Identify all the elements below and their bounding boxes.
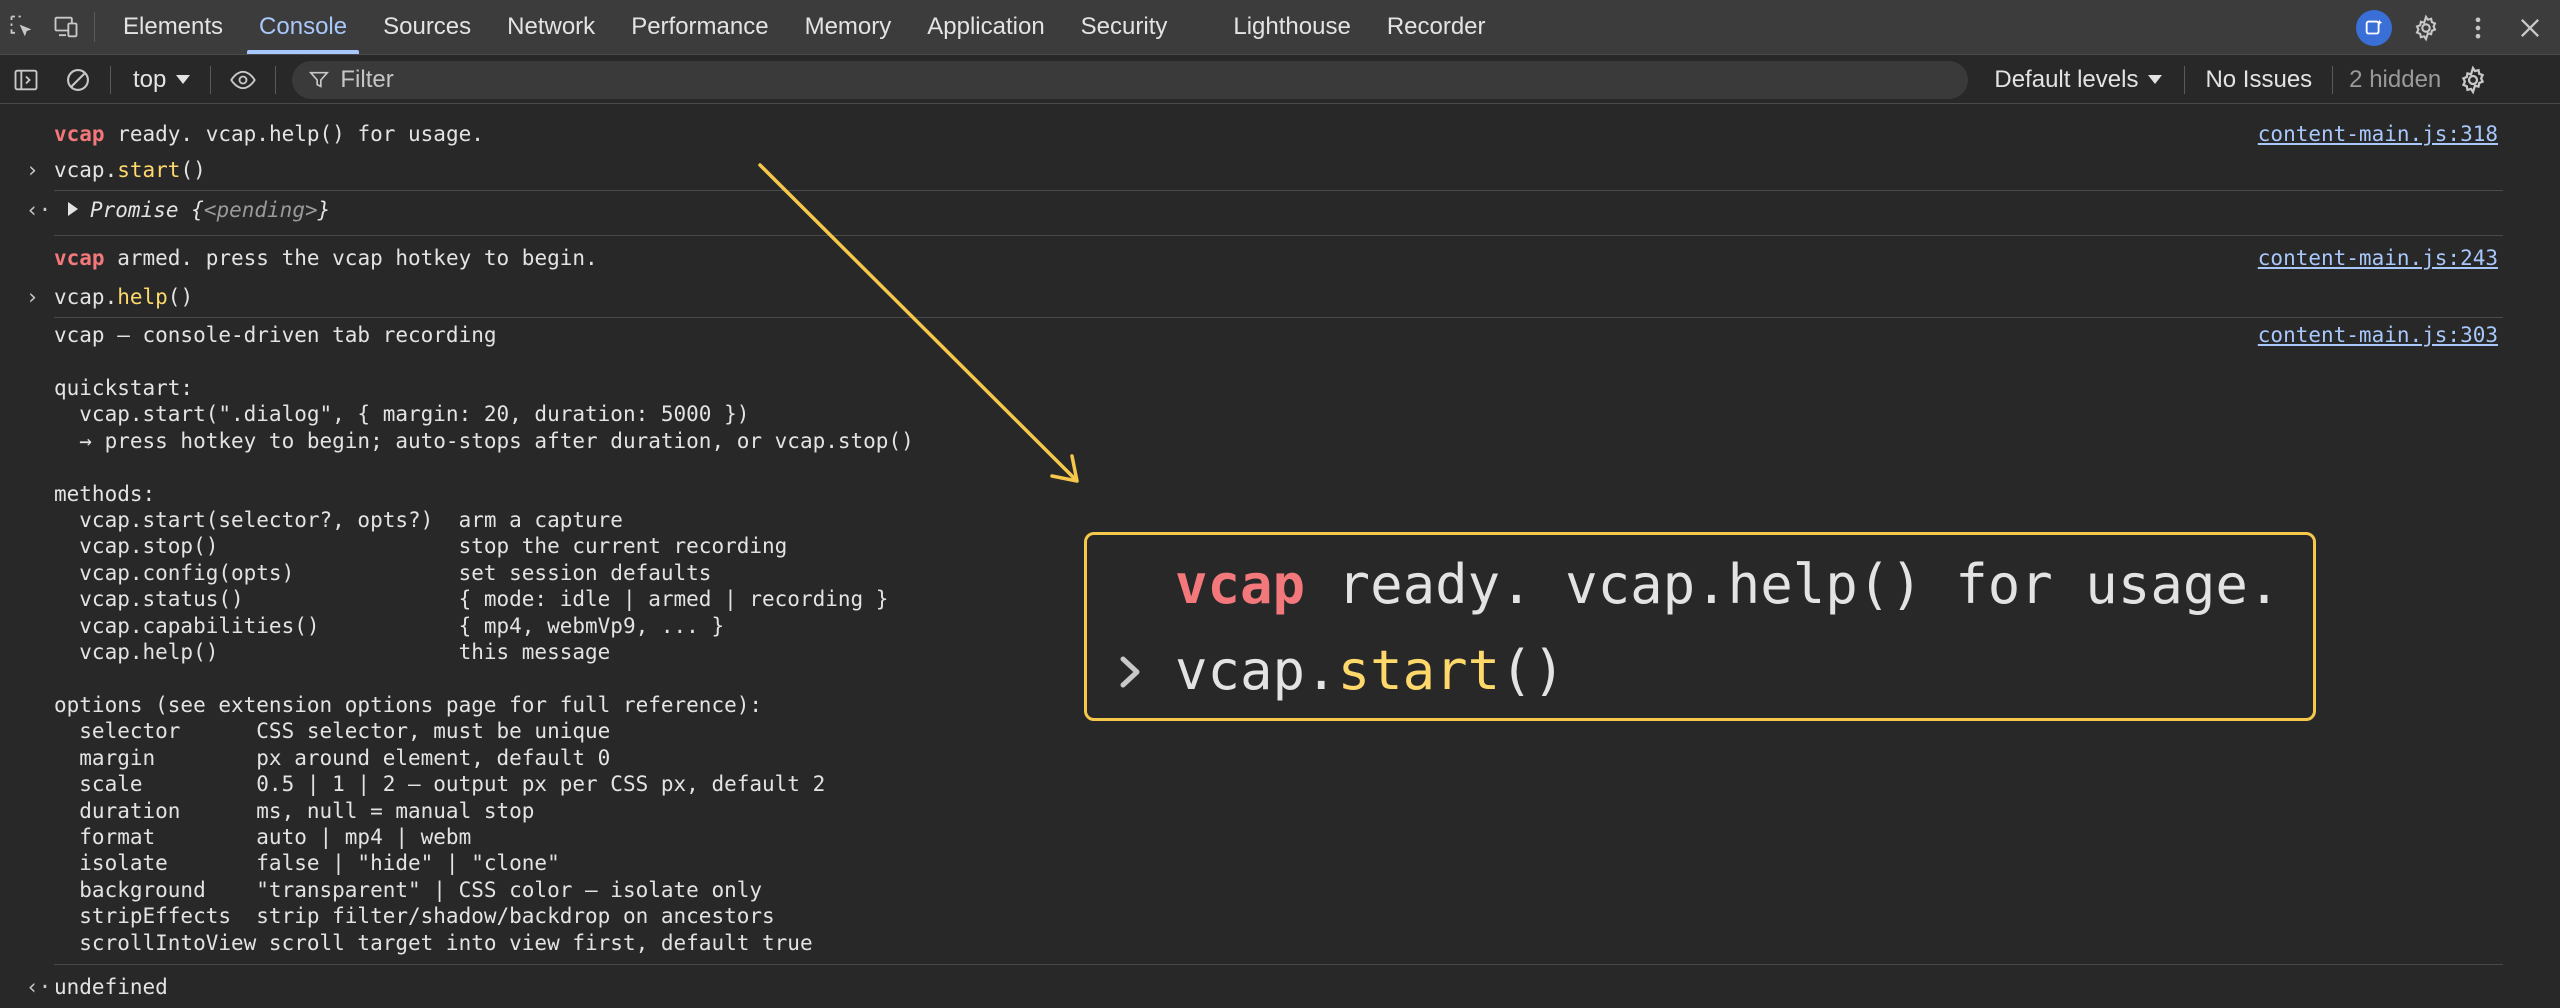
zoom-callout: vcap ready. vcap.help() for usage. vcap.… (1084, 532, 2316, 721)
filter-box[interactable] (292, 60, 1969, 99)
chevron-down-icon (176, 75, 191, 84)
tab-separator (94, 12, 95, 42)
console-input-echo: › vcap.start() (26, 158, 206, 182)
console-message: vcap — console-driven tab recording cont… (0, 323, 2503, 349)
more-options-icon[interactable] (2460, 10, 2496, 46)
source-link[interactable]: content-main.js:243 (2258, 246, 2498, 270)
console-toolbar: top Default levels No Issues 2 hidden (0, 56, 2560, 104)
tab-lighthouse[interactable]: Lighthouse (1215, 0, 1368, 54)
input-chevron-icon: › (26, 158, 39, 182)
log-levels-label: Default levels (1994, 65, 2139, 93)
tab-recorder[interactable]: Recorder (1369, 0, 1504, 54)
tab-memory[interactable]: Memory (787, 0, 910, 54)
filter-input[interactable] (340, 65, 1841, 94)
tab-security[interactable]: Security (1063, 0, 1186, 54)
filter-funnel-icon (309, 71, 330, 88)
context-selector-label: top (133, 65, 167, 93)
console-input-echo: › vcap.help() (26, 285, 194, 309)
inspect-element-icon[interactable] (0, 0, 44, 54)
input-chevron-icon: › (26, 285, 39, 309)
tab-application[interactable]: Application (909, 0, 1062, 54)
log-text: ready. vcap.help() for usage. (104, 122, 484, 146)
issues-button[interactable]: No Issues (2191, 66, 2326, 94)
prompt-chevron-icon (1120, 656, 1140, 688)
tab-console[interactable]: Console (241, 0, 365, 54)
result-value: undefined (54, 975, 168, 999)
tab-elements[interactable]: Elements (105, 0, 241, 54)
log-text: vcap — console-driven tab recording (54, 323, 497, 347)
console-message: vcap armed. press the vcap hotkey to beg… (0, 246, 2503, 272)
vcap-prefix: vcap (54, 122, 105, 146)
hidden-messages-count: 2 hidden (2349, 65, 2442, 93)
tab-performance[interactable]: Performance (613, 0, 786, 54)
console-result: ‹· Promise {<pending>} (0, 198, 2503, 224)
source-link[interactable]: content-main.js:303 (2258, 323, 2498, 347)
help-text-block: quickstart: vcap.start(".dialog", { marg… (54, 376, 914, 955)
log-levels-dropdown[interactable]: Default levels (1968, 66, 2178, 94)
console-message: vcap ready. vcap.help() for usage. conte… (0, 122, 2503, 148)
sidebar-toggle-icon[interactable] (0, 56, 52, 104)
expandable-object[interactable]: Promise {<pending>} (68, 198, 330, 222)
vcap-prefix: vcap (54, 246, 105, 270)
device-toolbar-icon[interactable] (44, 0, 88, 54)
settings-gear-icon[interactable] (2408, 10, 2444, 46)
console-settings-gear-icon[interactable] (2451, 56, 2495, 104)
clear-console-icon[interactable] (52, 56, 104, 104)
devtools-tab-bar: Elements Console Sources Network Perform… (0, 0, 2560, 55)
live-expression-eye-icon[interactable] (217, 56, 269, 104)
result-arrow-icon: ‹· (26, 975, 52, 999)
console-result: ‹· undefined (0, 975, 2503, 1001)
expand-triangle-icon[interactable] (68, 202, 78, 216)
tab-network[interactable]: Network (489, 0, 613, 54)
close-icon[interactable] (2512, 10, 2548, 46)
result-arrow-icon: ‹· (26, 198, 52, 222)
tab-sources[interactable]: Sources (365, 0, 489, 54)
log-text: armed. press the vcap hotkey to begin. (104, 246, 598, 270)
context-selector[interactable]: top (117, 66, 204, 94)
source-link[interactable]: content-main.js:318 (2258, 122, 2498, 146)
chevron-down-icon (2148, 75, 2163, 84)
callout-vcap-prefix: vcap (1175, 553, 1306, 616)
ai-assistance-icon[interactable] (2356, 9, 2392, 46)
